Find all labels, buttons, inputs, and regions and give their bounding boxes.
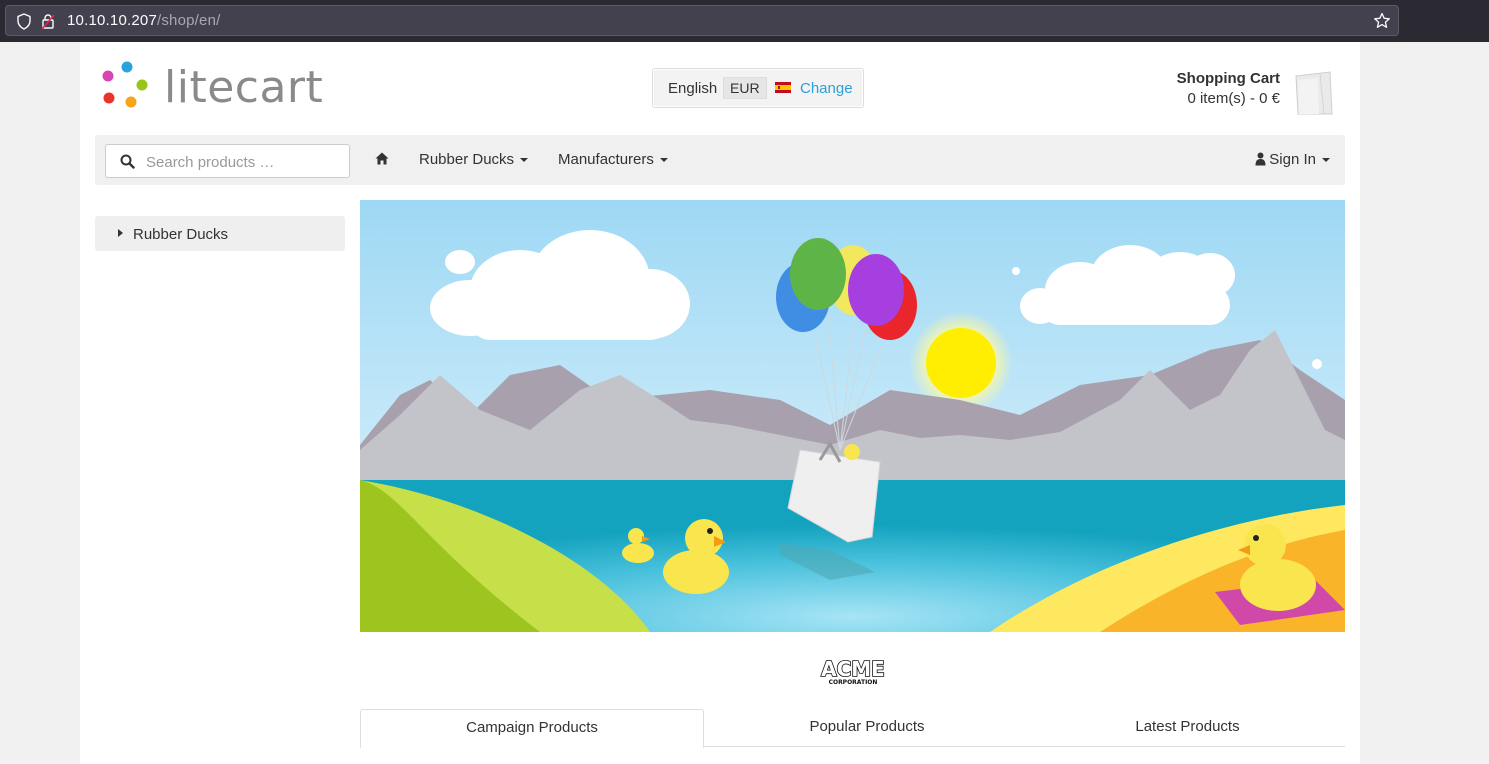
language-label: English xyxy=(668,80,718,97)
product-tabs: Campaign Products Popular Products Lates… xyxy=(360,709,1345,748)
browser-toolbar: 10.10.10.207/shop/en/ xyxy=(0,0,1489,42)
acme-logo-subtext: CORPORATION xyxy=(829,679,878,686)
shield-icon[interactable] xyxy=(16,13,32,30)
cart-summary: 0 item(s) - 0 € xyxy=(1187,90,1280,107)
logo-dots-icon xyxy=(102,61,148,108)
acme-logo-icon: ACME CORPORATION xyxy=(820,656,885,686)
bookmark-star-icon[interactable] xyxy=(1373,12,1391,30)
caret-right-icon xyxy=(118,229,123,237)
category-label: Rubber Ducks xyxy=(133,226,229,243)
category-sidebar-item[interactable]: Rubber Ducks xyxy=(95,216,345,251)
nav-rubber-ducks-dropdown[interactable]: Rubber Ducks xyxy=(419,151,529,168)
chevron-down-icon xyxy=(1322,158,1330,163)
nav-manufacturers-dropdown[interactable]: Manufacturers xyxy=(558,151,668,168)
url-host: 10.10.10.207 xyxy=(67,12,157,29)
user-icon xyxy=(1255,152,1266,166)
page-container: litecart English EUR Change Shopping Car… xyxy=(80,42,1360,764)
address-bar[interactable]: 10.10.10.207/shop/en/ xyxy=(5,5,1399,36)
shopping-bag-icon xyxy=(1295,71,1333,115)
tab-latest-products[interactable]: Latest Products xyxy=(1030,709,1345,747)
spain-flag-icon xyxy=(775,82,791,93)
insecure-lock-icon[interactable] xyxy=(41,13,55,30)
cart-title: Shopping Cart xyxy=(1176,70,1280,87)
change-region-link[interactable]: Change xyxy=(800,80,853,97)
acme-logo-text: ACME xyxy=(821,658,885,681)
url-path: /shop/en/ xyxy=(156,12,221,29)
search-input[interactable] xyxy=(146,151,341,173)
tab-campaign-products[interactable]: Campaign Products xyxy=(360,709,704,748)
url-text[interactable]: 10.10.10.207/shop/en/ xyxy=(67,12,221,29)
sign-in-dropdown[interactable]: Sign In xyxy=(1255,151,1330,168)
home-icon[interactable] xyxy=(375,152,389,165)
acme-manufacturer-logo[interactable]: ACME CORPORATION xyxy=(818,656,888,686)
shopping-cart[interactable]: Shopping Cart 0 item(s) - 0 € xyxy=(1136,70,1336,115)
hero-banner[interactable] xyxy=(360,200,1345,632)
main-navbar: Rubber Ducks Manufacturers Sign In xyxy=(95,135,1345,185)
currency-badge: EUR xyxy=(723,77,767,99)
search-box xyxy=(105,144,350,178)
region-selector: English EUR Change xyxy=(652,68,864,108)
banner-illustration xyxy=(360,200,1345,632)
nav-manufacturers-label: Manufacturers xyxy=(558,151,654,168)
sign-in-label: Sign In xyxy=(1269,151,1316,168)
site-logo[interactable]: litecart xyxy=(100,60,345,113)
chevron-down-icon xyxy=(520,158,529,163)
logo-wordmark: litecart xyxy=(164,62,324,113)
tab-popular-products[interactable]: Popular Products xyxy=(704,709,1030,747)
search-icon xyxy=(120,154,135,169)
chevron-down-icon xyxy=(659,158,668,163)
nav-rubber-ducks-label: Rubber Ducks xyxy=(419,151,515,168)
